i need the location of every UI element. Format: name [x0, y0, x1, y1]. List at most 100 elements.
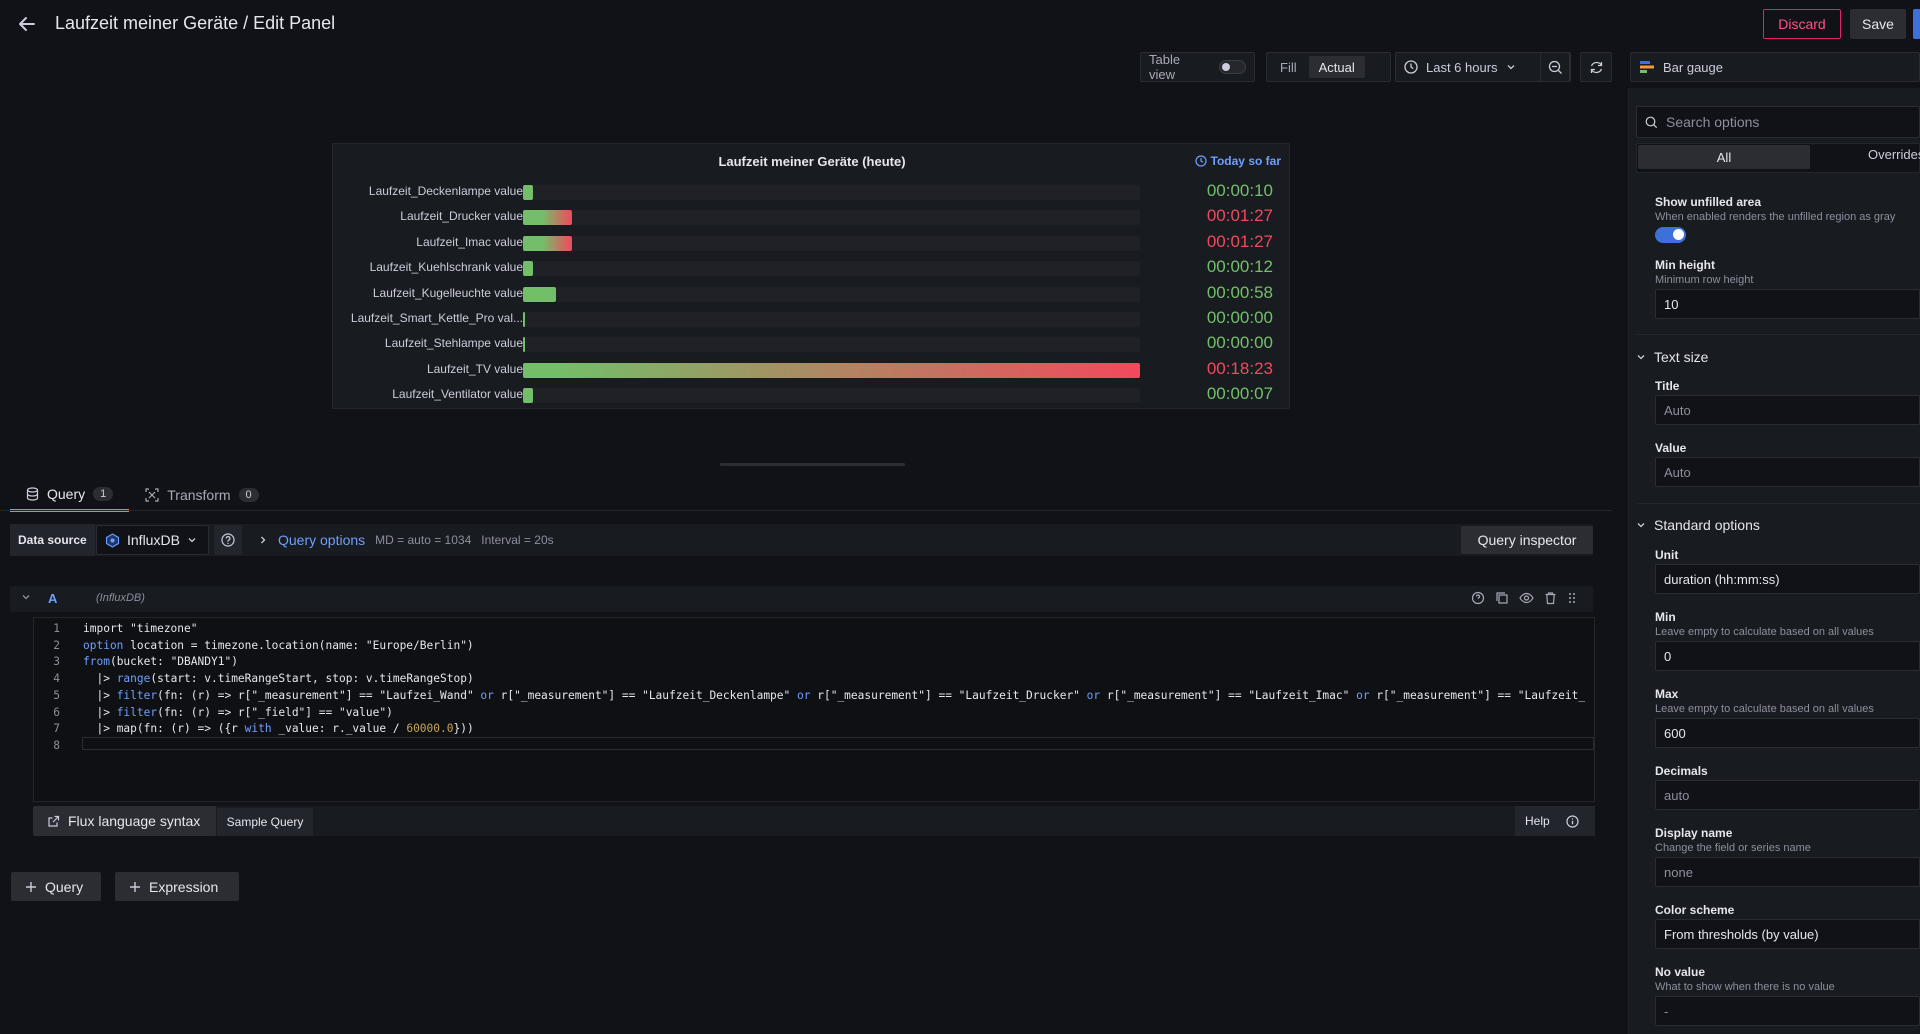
code-token: filter [116, 688, 158, 702]
tab-transform[interactable]: Transform 0 [129, 478, 274, 512]
code-token: |> map(fn: (r) => ({r [83, 722, 245, 736]
tab-all[interactable]: All [1638, 145, 1810, 169]
bar-gauge-row: Laufzeit_Drucker value 00:01:27 [333, 205, 1291, 229]
bar-value: 00:00:10 [1206, 181, 1273, 200]
visualization-picker[interactable]: Bar gauge [1630, 52, 1920, 82]
min-height-desc: Minimum row height [1655, 274, 1754, 286]
table-view-toggle[interactable]: Table view [1140, 52, 1255, 82]
min-height-input[interactable]: 10 [1655, 289, 1920, 319]
options-search-input[interactable]: Search options [1636, 106, 1920, 138]
duplicate-icon[interactable] [1495, 591, 1509, 605]
query-row-actions [1471, 591, 1577, 605]
tab-transform-label: Transform [167, 487, 231, 503]
transform-icon [145, 488, 159, 502]
pane-splitter[interactable] [720, 463, 905, 466]
color-scheme-select[interactable]: From thresholds (by value) [1655, 919, 1920, 949]
value-size-input[interactable]: Auto [1655, 457, 1920, 487]
line-number: 7 [53, 722, 60, 736]
table-view-switch[interactable] [1218, 60, 1246, 74]
tab-overrides[interactable]: Overrides [1868, 147, 1920, 162]
code-token: _value: r._value / [271, 722, 407, 736]
code-token: r["_measurement"] == "Laufzeit_Imac" [1100, 688, 1357, 702]
no-value-input[interactable]: - [1655, 996, 1920, 1026]
query-ref-id[interactable]: A [48, 591, 57, 606]
display-name-input[interactable]: none [1655, 857, 1920, 887]
interval-info: Interval = 20s [481, 533, 554, 547]
decimals-input[interactable]: auto [1655, 780, 1920, 810]
text-size-section[interactable]: Text size [1636, 349, 1708, 365]
plus-icon [26, 881, 36, 892]
unit-select[interactable]: duration (hh:mm:ss) [1655, 564, 1920, 594]
bar-label: Laufzeit_Kugelleuchte value [372, 285, 523, 300]
add-expression-button[interactable]: Expression [115, 872, 239, 901]
add-query-button[interactable]: Query [11, 872, 101, 901]
code-token: or [480, 688, 494, 702]
line-number: 1 [53, 622, 60, 635]
bar-gauge-row: Laufzeit_Stehlampe value 00:00:00 [333, 332, 1291, 356]
flux-syntax-link[interactable]: Flux language syntax [33, 806, 216, 836]
query-datasource-name: (InfluxDB) [96, 592, 145, 604]
eye-icon[interactable] [1519, 591, 1534, 605]
fill-option[interactable]: Fill [1270, 56, 1307, 78]
max-label: Max [1655, 687, 1679, 701]
code-text: option location = timezone.location(name… [83, 639, 474, 652]
panel-time-info[interactable]: Today so far [1194, 154, 1281, 168]
bar-label: Laufzeit_Smart_Kettle_Pro val... [350, 311, 523, 325]
time-range-label: Last 6 hours [1426, 59, 1498, 75]
data-source-picker[interactable]: InfluxDB [96, 525, 209, 555]
code-token: 60000.0 [406, 722, 454, 736]
drag-handle-icon[interactable] [1567, 591, 1577, 605]
bar-fill [523, 235, 572, 251]
code-line: 4 |> range(start: v.timeRangeStart, stop… [34, 672, 1594, 689]
bar-fill [523, 312, 525, 327]
no-value-desc: What to show when there is no value [1655, 981, 1835, 993]
code-token: (start: v.timeRangeStart, stop: v.timeRa… [150, 672, 474, 686]
add-expression-label: Expression [149, 878, 219, 895]
refresh-button[interactable] [1580, 52, 1612, 82]
add-query-label: Query [45, 878, 84, 895]
page-title: Laufzeit meiner Geräte / Edit Panel [55, 13, 336, 33]
flux-code-editor[interactable]: 1 import "timezone" 2 option location = tim… [33, 617, 1595, 802]
code-text: |> filter(fn: (r) => r["_field"] == "val… [83, 705, 392, 719]
trash-icon[interactable] [1544, 591, 1557, 605]
bar-value: 00:00:00 [1206, 308, 1273, 327]
query-options-label: Query options [278, 532, 366, 548]
zoom-out-button[interactable] [1540, 52, 1570, 82]
chevron-down-icon[interactable] [20, 591, 32, 603]
actual-option[interactable]: Actual [1308, 56, 1365, 78]
max-desc: Leave empty to calculate based on all va… [1655, 703, 1874, 715]
code-line: 1 import "timezone" [34, 622, 1594, 639]
info-icon [1566, 814, 1579, 828]
line-number: 5 [53, 688, 60, 702]
query-bar [10, 524, 1593, 556]
back-arrow-icon[interactable] [12, 10, 42, 38]
panel-title: Laufzeit meiner Geräte (heute) [718, 154, 906, 169]
bar-label: Laufzeit_TV value [426, 361, 523, 376]
bar-value: 00:00:07 [1206, 384, 1273, 404]
tab-query-count: 1 [93, 486, 114, 501]
query-inspector-button[interactable]: Query inspector [1461, 526, 1593, 554]
save-button[interactable]: Save [1850, 9, 1906, 39]
line-number: 8 [53, 738, 60, 752]
help-icon[interactable] [1471, 591, 1485, 605]
standard-options-section[interactable]: Standard options [1636, 517, 1760, 533]
max-input[interactable]: 600 [1655, 718, 1920, 748]
min-input[interactable]: 0 [1655, 641, 1920, 671]
tab-query[interactable]: Query 1 [10, 478, 130, 512]
line-number: 2 [53, 638, 60, 652]
min-label: Min [1655, 610, 1676, 624]
query-options[interactable]: Query options MD = auto = 1034 Interval … [258, 532, 554, 548]
apply-button[interactable] [1913, 9, 1920, 39]
show-unfilled-toggle[interactable] [1655, 227, 1686, 243]
title-size-input[interactable]: Auto [1655, 395, 1920, 425]
no-value-label: No value [1655, 965, 1706, 979]
help-button[interactable]: Help [1515, 806, 1595, 836]
bar-fill [523, 286, 556, 302]
discard-button[interactable]: Discard [1763, 9, 1841, 39]
bar-gauge-icon [1640, 61, 1654, 73]
data-source-help-button[interactable] [214, 525, 242, 555]
sample-query-button[interactable]: Sample Query [217, 808, 313, 836]
bar-track [523, 337, 1140, 353]
query-row-header [10, 586, 1593, 612]
code-token: |> [83, 705, 117, 719]
